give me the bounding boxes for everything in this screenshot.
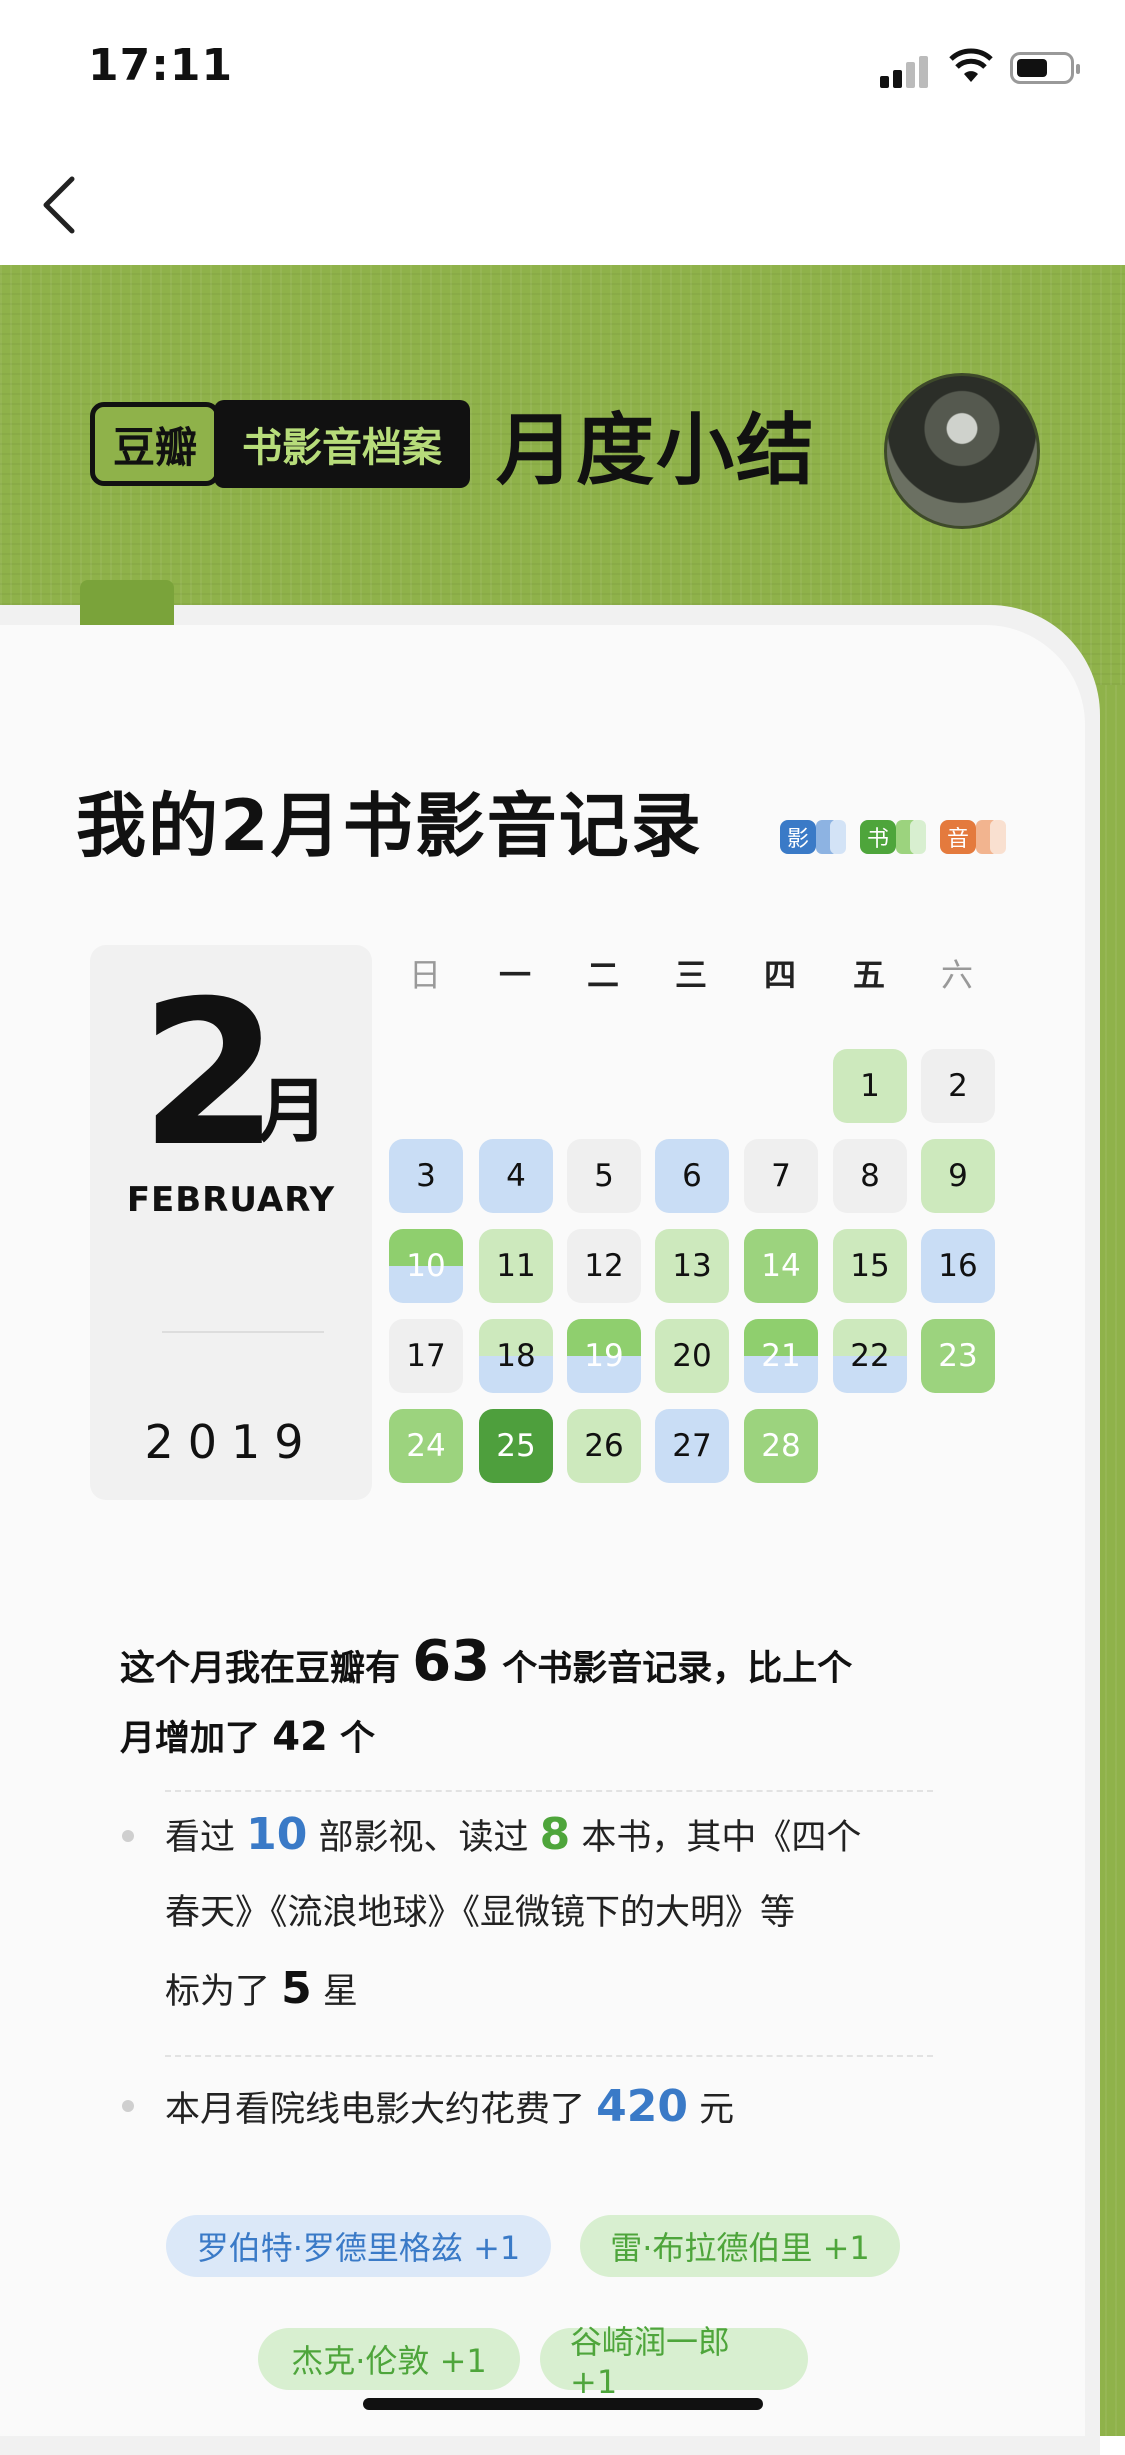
legend-book-label: 书 (860, 820, 896, 854)
tag-pill[interactable]: 杰克·伦敦 +1 (258, 2328, 520, 2390)
calendar-day[interactable]: 8 (833, 1139, 907, 1213)
date-divider (162, 1331, 324, 1333)
records-count: 63 (412, 1629, 491, 1694)
monthly-summary-title: 月度小结 (496, 406, 817, 496)
calendar-day[interactable]: 14 (744, 1229, 818, 1303)
logo-douban: 豆瓣 (90, 402, 221, 486)
cellular-signal-icon (880, 54, 930, 88)
calendar-day[interactable]: 1 (833, 1049, 907, 1123)
books-count: 8 (539, 1809, 571, 1860)
item1-text-a: 看过 (165, 1818, 247, 1858)
calendar-day[interactable]: 22 (833, 1319, 907, 1393)
spending-amount: 420 (596, 2081, 688, 2132)
summary-text: 这个月我在豆瓣有 63 个书影音记录，比上个 月增加了 42 个 (120, 1625, 940, 1776)
month-cn-label: 月 (258, 1070, 328, 1152)
year-label: 2019 (144, 1415, 318, 1469)
wifi-icon (949, 48, 993, 82)
home-indicator (363, 2398, 763, 2410)
legend-movie-label: 影 (780, 820, 816, 854)
movies-count: 10 (246, 1809, 308, 1860)
calendar-day[interactable]: 24 (389, 1409, 463, 1483)
card-title: 我的2月书影音记录 (76, 785, 703, 867)
item1-line2: 春天》《流浪地球》《显微镜下的大明》等 (165, 1893, 796, 1933)
calendar-day[interactable]: 18 (479, 1319, 553, 1393)
summary-line2-a: 月增加了 (120, 1719, 273, 1759)
calendar-day[interactable]: 21 (744, 1319, 818, 1393)
calendar-day[interactable]: 15 (833, 1229, 907, 1303)
summary-card: 我的2月书影音记录 影 书 音 2 月 FEBRUARY 2019 日 一 二 … (0, 625, 1085, 2436)
calendar-day[interactable]: 10 (389, 1229, 463, 1303)
calendar-day[interactable]: 7 (744, 1139, 818, 1213)
legend-music: 音 (940, 820, 1006, 854)
battery-icon (1010, 52, 1080, 84)
bullet-dot (122, 2100, 134, 2112)
calendar-day[interactable]: 11 (479, 1229, 553, 1303)
calendar-day[interactable]: 26 (567, 1409, 641, 1483)
calendar-day[interactable]: 3 (389, 1139, 463, 1213)
calendar-day[interactable]: 25 (479, 1409, 553, 1483)
weekday-fri: 五 (852, 956, 885, 994)
calendar-day[interactable]: 6 (655, 1139, 729, 1213)
summary-line1-b: 个书影音记录，比上个 (490, 1649, 853, 1689)
legend-book: 书 (860, 820, 926, 854)
stars-count: 5 (281, 1963, 312, 2014)
legend-music-label: 音 (940, 820, 976, 854)
calendar-day[interactable]: 4 (479, 1139, 553, 1213)
bullet-dot (122, 1830, 134, 1842)
nav-bar (0, 140, 1125, 265)
divider (165, 1790, 933, 1792)
item1-text-e: 星 (311, 1972, 358, 2012)
movies-books-item: 看过 10 部影视、读过 8 本书，其中《四个 春天》《流浪地球》《显微镜下的大… (165, 1797, 945, 2030)
calendar-day[interactable]: 2 (921, 1049, 995, 1123)
status-bar: 17:11 (0, 0, 1125, 140)
tag-pill[interactable]: 罗伯特·罗德里格兹 +1 (166, 2215, 551, 2277)
item1-text-b: 部影视、读过 (307, 1818, 540, 1858)
item1-text-d: 标为了 (165, 1972, 282, 2012)
month-date-box: 2 月 FEBRUARY 2019 (90, 945, 372, 1500)
item2-text-a: 本月看院线电影大约花费了 (165, 2090, 597, 2130)
item1-text-c: 本书，其中《四个 (570, 1818, 862, 1858)
calendar-day[interactable]: 16 (921, 1229, 995, 1303)
summary-line1-a: 这个月我在豆瓣有 (120, 1649, 413, 1689)
logo-archive: 书影音档案 (214, 400, 471, 488)
weekday-sun: 日 (408, 956, 441, 994)
back-chevron-icon[interactable] (34, 165, 94, 245)
calendar-weekdays: 日 一 二 三 四 五 六 (390, 950, 1010, 1000)
calendar-day[interactable]: 5 (567, 1139, 641, 1213)
records-increase: 42 (272, 1714, 328, 1760)
calendar-day[interactable]: 28 (744, 1409, 818, 1483)
legend: 影 书 音 (780, 820, 1006, 854)
summary-line2-b: 个 (327, 1719, 376, 1759)
calendar-day[interactable]: 27 (655, 1409, 729, 1483)
tag-pill[interactable]: 谷崎润一郎 +1 (540, 2323, 808, 2401)
calendar-day[interactable]: 13 (655, 1229, 729, 1303)
weekday-thu: 四 (763, 956, 796, 994)
calendar-day[interactable]: 12 (567, 1229, 641, 1303)
weekday-sat: 六 (940, 956, 973, 994)
item2-text-b: 元 (688, 2090, 735, 2130)
calendar-day[interactable]: 23 (921, 1319, 995, 1393)
status-time: 17:11 (88, 40, 234, 91)
calendar-day[interactable]: 20 (655, 1319, 729, 1393)
calendar-day[interactable]: 9 (921, 1139, 995, 1213)
douban-archive-logo: 豆瓣 书影音档案 月度小结 (90, 398, 816, 496)
legend-movie: 影 (780, 820, 846, 854)
user-avatar[interactable] (884, 373, 1040, 529)
calendar-day[interactable]: 19 (567, 1319, 641, 1393)
weekday-tue: 二 (586, 956, 619, 994)
spending-item: 本月看院线电影大约花费了 420 元 (165, 2069, 945, 2148)
calendar-day[interactable]: 17 (389, 1319, 463, 1393)
month-en-label: FEBRUARY (126, 1180, 336, 1220)
divider (165, 2055, 933, 2057)
tag-pill[interactable]: 雷·布拉德伯里 +1 (580, 2215, 900, 2277)
weekday-mon: 一 (498, 956, 531, 994)
weekday-wed: 三 (674, 956, 707, 994)
